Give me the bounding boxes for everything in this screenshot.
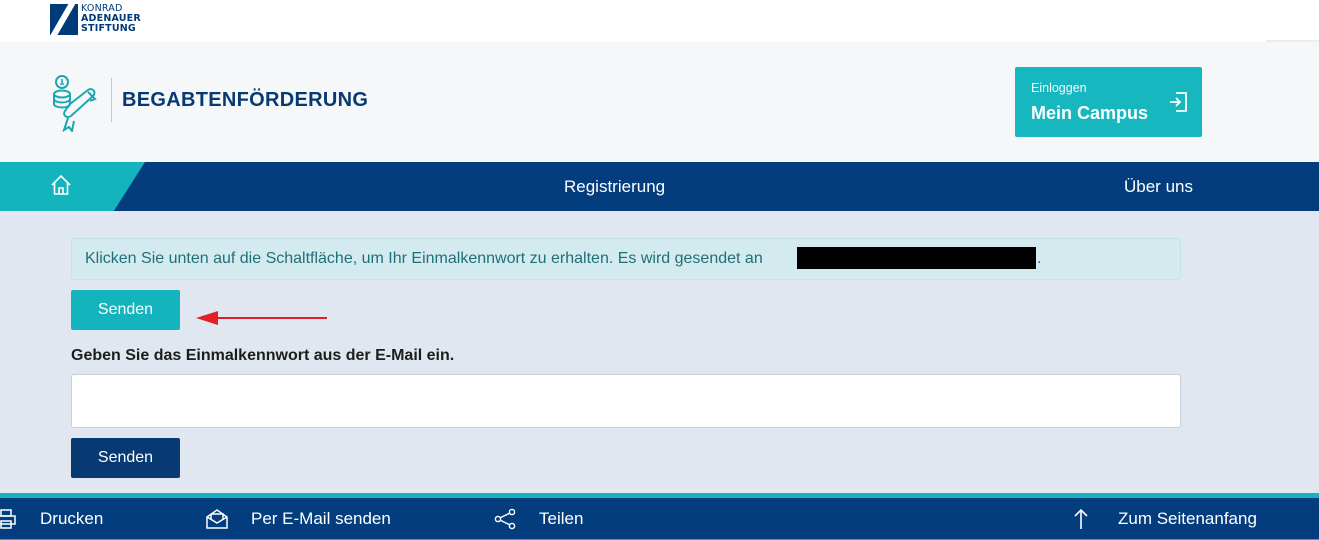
top-bar: KONRAD ADENAUER STIFTUNG — [0, 0, 1319, 42]
main-navigation: Registrierung Über uns — [0, 162, 1319, 211]
brand-title[interactable]: BEGABTENFÖRDERUNG — [122, 89, 368, 112]
footer-toolbar: Drucken Per E-Mail senden Teilen Zum Sei… — [0, 493, 1319, 540]
info-message-end: . — [1037, 250, 1042, 267]
kas-logo-mark — [50, 4, 78, 35]
info-alert: Klicken Sie unten auf die Schaltfläche, … — [71, 238, 1181, 280]
arrow-up-icon — [1074, 508, 1088, 529]
site-header: BEGABTENFÖRDERUNG Einloggen Mein Campus — [0, 42, 1319, 162]
brand-separator — [111, 78, 112, 122]
print-label: Drucken — [40, 509, 104, 528]
kas-logo-text: KONRAD ADENAUER STIFTUNG — [81, 4, 141, 34]
submit-otp-send-button[interactable]: Senden — [71, 438, 180, 478]
login-icon — [1170, 92, 1187, 112]
nav-item-registrierung[interactable]: Registrierung — [564, 177, 665, 197]
login-small-label: Einloggen — [1031, 81, 1087, 95]
printer-icon — [0, 509, 16, 529]
otp-input[interactable] — [71, 374, 1181, 428]
kas-logo-line3: STIFTUNG — [81, 23, 136, 34]
home-icon[interactable] — [50, 174, 72, 196]
share-label: Teilen — [539, 509, 584, 528]
back-to-top-label: Zum Seitenanfang — [1118, 509, 1257, 528]
kas-logo[interactable]: KONRAD ADENAUER STIFTUNG — [50, 4, 141, 36]
login-main-label: Mein Campus — [1031, 103, 1149, 123]
redacted-email — [797, 247, 1036, 269]
email-label: Per E-Mail senden — [251, 509, 391, 528]
back-to-top-action[interactable]: Zum Seitenanfang — [1073, 498, 1257, 540]
home-zone — [0, 162, 145, 211]
share-icon — [494, 508, 516, 530]
nav-item-ueber-uns[interactable]: Über uns — [1124, 177, 1193, 197]
info-message: Klicken Sie unten auf die Schaltfläche, … — [85, 250, 763, 267]
otp-label: Geben Sie das Einmalkennwort aus der E-M… — [71, 347, 455, 364]
main-content: Klicken Sie unten auf die Schaltfläche, … — [0, 211, 1319, 493]
red-arrow-icon — [196, 311, 327, 325]
scholarship-icon — [53, 75, 97, 132]
request-otp-send-button[interactable]: Senden — [71, 290, 180, 330]
login-mein-campus-button[interactable]: Einloggen Mein Campus — [1015, 67, 1202, 137]
share-action[interactable]: Teilen — [494, 498, 583, 540]
print-action[interactable]: Drucken — [0, 498, 103, 540]
email-action[interactable]: Per E-Mail senden — [206, 498, 391, 540]
mail-icon — [206, 509, 228, 529]
